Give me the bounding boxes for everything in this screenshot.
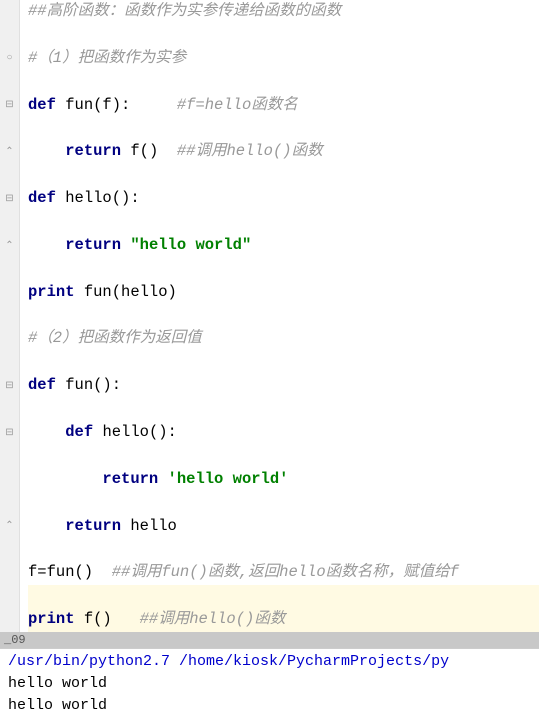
string-literal: "hello world" (130, 236, 251, 254)
keyword-return: return (65, 142, 130, 160)
fold-open-icon[interactable]: ⊟ (4, 193, 15, 204)
console-output[interactable]: /usr/bin/python2.7 /home/kiosk/PycharmPr… (0, 648, 539, 719)
code-line[interactable]: #（2）把函数作为返回值 (28, 327, 539, 350)
console-interpreter-path: /usr/bin/python2.7 /home/kiosk/PycharmPr… (8, 651, 531, 673)
code-line[interactable]: return "hello world" (28, 234, 539, 257)
keyword-def: def (28, 96, 65, 114)
status-text: _09 (4, 633, 26, 647)
params: (f): (93, 96, 130, 114)
fold-close-icon[interactable]: ⌃ (4, 240, 15, 251)
function-name: hello (102, 423, 149, 441)
trailing-comment: #f=hello函数名 (130, 96, 297, 114)
code-line[interactable]: #（1）把函数作为实参 (28, 47, 539, 70)
return-expr: f() (130, 142, 158, 160)
keyword-return: return (65, 236, 130, 254)
trailing-comment: ##调用hello()函数 (158, 142, 322, 160)
assignment: f=fun() (28, 563, 93, 581)
code-line[interactable] (28, 585, 539, 608)
console-output-line: hello world (8, 695, 531, 717)
trailing-comment: ##调用hello()函数 (112, 610, 286, 628)
code-line[interactable]: return 'hello world' (28, 468, 539, 491)
print-expr: fun(hello) (84, 283, 177, 301)
code-line[interactable] (28, 304, 539, 327)
keyword-print: print (28, 610, 84, 628)
code-line[interactable] (28, 538, 539, 561)
code-line[interactable] (28, 70, 539, 93)
keyword-return: return (65, 517, 130, 535)
code-line[interactable] (28, 351, 539, 374)
params: (): (112, 189, 140, 207)
code-line[interactable] (28, 257, 539, 280)
comment-text: #（1）把函数作为实参 (28, 49, 186, 67)
function-name: fun (65, 376, 93, 394)
fold-open-icon[interactable]: ⊟ (4, 427, 15, 438)
code-line[interactable] (28, 117, 539, 140)
code-line[interactable]: ##高阶函数：函数作为实参传递给函数的函数 (28, 0, 539, 23)
fold-open-icon[interactable]: ⊟ (4, 380, 15, 391)
code-line[interactable]: f=fun() ##调用fun()函数,返回hello函数名称，赋值给f (28, 561, 539, 584)
return-expr: hello (130, 517, 177, 535)
keyword-return: return (102, 470, 167, 488)
code-line[interactable] (28, 491, 539, 514)
function-name: hello (65, 189, 112, 207)
function-name: fun (65, 96, 93, 114)
fold-close-icon[interactable]: ⌃ (4, 521, 15, 532)
code-line[interactable]: print f() ##调用hello()函数 (28, 608, 539, 631)
code-line[interactable]: print fun(hello) (28, 281, 539, 304)
trailing-comment: ##调用fun()函数,返回hello函数名称，赋值给f (93, 563, 459, 581)
comment-text: ##高阶函数：函数作为实参传递给函数的函数 (28, 2, 341, 20)
code-line[interactable]: return f() ##调用hello()函数 (28, 140, 539, 163)
keyword-def: def (28, 376, 65, 394)
gutter: ○ ⊟ ⌃ ⊟ ⌃ ⊟ ⊟ ⌃ (0, 0, 20, 632)
code-line[interactable]: def fun(f): #f=hello函数名 (28, 94, 539, 117)
code-line[interactable]: def hello(): (28, 187, 539, 210)
fold-open-icon[interactable]: ⊟ (4, 100, 15, 111)
code-line[interactable] (28, 398, 539, 421)
code-line[interactable]: def hello(): (28, 421, 539, 444)
params: (): (149, 423, 177, 441)
keyword-print: print (28, 283, 84, 301)
status-bar: _09 (0, 632, 539, 648)
console-output-line: hello world (8, 673, 531, 695)
fold-marker-icon[interactable]: ○ (4, 53, 15, 64)
comment-text: #（2）把函数作为返回值 (28, 329, 202, 347)
keyword-def: def (65, 423, 102, 441)
code-line[interactable] (28, 164, 539, 187)
print-expr: f() (84, 610, 112, 628)
keyword-def: def (28, 189, 65, 207)
code-area[interactable]: ##高阶函数：函数作为实参传递给函数的函数#（1）把函数作为实参def fun(… (20, 0, 539, 632)
params: (): (93, 376, 121, 394)
code-line[interactable]: return hello (28, 515, 539, 538)
code-line[interactable] (28, 23, 539, 46)
code-line[interactable]: def fun(): (28, 374, 539, 397)
code-line[interactable] (28, 444, 539, 467)
code-editor[interactable]: ○ ⊟ ⌃ ⊟ ⌃ ⊟ ⊟ ⌃ ##高阶函数：函数作为实参传递给函数的函数 #（1）把函数作为实… (0, 0, 539, 632)
fold-close-icon[interactable]: ⌃ (4, 146, 15, 157)
code-line[interactable] (28, 211, 539, 234)
string-literal: 'hello world' (168, 470, 289, 488)
